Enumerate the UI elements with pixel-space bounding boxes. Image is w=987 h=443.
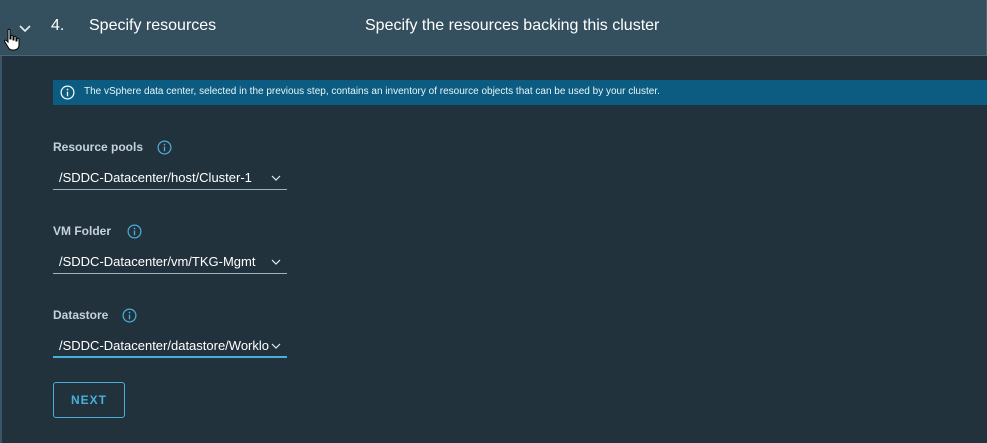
vm-folder-label: VM Folder [53, 224, 112, 238]
datastore-label: Datastore [53, 308, 109, 322]
info-banner: The vSphere data center, selected in the… [53, 80, 987, 105]
info-circle-icon [60, 85, 75, 100]
resource-pools-info-icon[interactable] [157, 140, 172, 155]
info-banner-text: The vSphere data center, selected in the… [84, 86, 660, 97]
step-title: Specify resources [89, 17, 217, 34]
datastore-info-icon[interactable] [122, 308, 137, 323]
resource-pools-value: /SDDC-Datacenter/host/Cluster-1 [59, 170, 252, 185]
step-header[interactable]: 4. Specify resources Specify the resourc… [0, 0, 987, 56]
datastore-value: /SDDC-Datacenter/datastore/WorkloadDatas… [59, 338, 269, 353]
chevron-down-icon [271, 175, 281, 181]
datastore-select[interactable]: /SDDC-Datacenter/datastore/WorkloadDatas… [53, 334, 287, 358]
resource-pools-label: Resource pools [53, 140, 144, 154]
hand-pointer-icon [4, 28, 20, 51]
step-number: 4. [51, 17, 65, 34]
step-description: Specify the resources backing this clust… [365, 17, 660, 34]
vm-folder-value: /SDDC-Datacenter/vm/TKG-Mgmt [59, 254, 256, 269]
next-button[interactable]: NEXT [53, 382, 125, 418]
wizard-page: 4. Specify resources Specify the resourc… [0, 0, 987, 443]
chevron-down-icon [271, 259, 281, 265]
resource-pools-select[interactable]: /SDDC-Datacenter/host/Cluster-1 [53, 166, 287, 190]
vm-folder-info-icon[interactable] [127, 224, 142, 239]
vm-folder-select[interactable]: /SDDC-Datacenter/vm/TKG-Mgmt [53, 250, 287, 274]
step-rail [0, 56, 2, 443]
chevron-down-icon [271, 343, 281, 349]
